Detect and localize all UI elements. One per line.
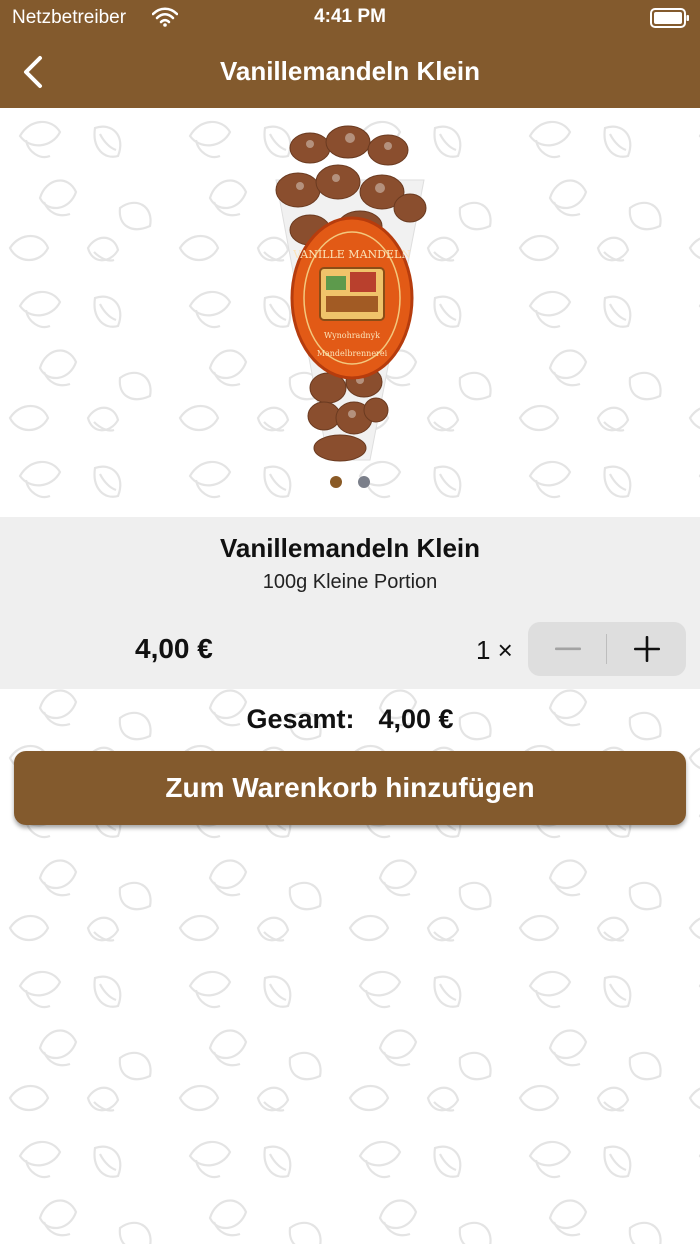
top-bar: Netzbetreiber 4:41 PM Vanillemandeln Kle… <box>0 0 700 108</box>
product-image: VANILLE MANDELN Wynohradnyk Mandelbrenne… <box>275 125 427 462</box>
total-label: Gesamt: <box>246 704 355 734</box>
total-row: Gesamt: 4,00 € <box>0 704 700 735</box>
battery-icon <box>650 8 689 28</box>
decrement-button[interactable] <box>528 622 607 676</box>
label-sub-text-2: Mandelbrennerei <box>317 349 388 358</box>
product-price: 4,00 € <box>135 633 213 664</box>
page-title: Vanillemandeln Klein <box>219 56 481 86</box>
page-dot-2[interactable] <box>358 476 370 488</box>
label-title-text: VANILLE MANDELN <box>292 248 411 261</box>
increment-button[interactable] <box>607 622 686 676</box>
clock: 4:41 PM <box>314 6 386 27</box>
label-sub-text-1: Wynohradnyk <box>324 331 380 340</box>
plus-icon <box>633 636 660 662</box>
status-bar: Netzbetreiber 4:41 PM <box>0 0 700 36</box>
add-to-cart-label: Zum Warenkorb hinzufügen <box>165 772 535 803</box>
minus-icon <box>554 647 581 651</box>
page-dot-1[interactable] <box>330 476 342 488</box>
product-description: 100g Kleine Portion <box>262 571 438 593</box>
total-value: 4,00 € <box>378 704 454 734</box>
add-to-cart-button[interactable]: Zum Warenkorb hinzufügen <box>14 751 686 825</box>
page-indicator[interactable] <box>0 475 700 493</box>
product-info-panel: Vanillemandeln Klein 100g Kleine Portion… <box>0 517 700 689</box>
product-gallery[interactable]: VANILLE MANDELN Wynohradnyk Mandelbrenne… <box>0 108 700 516</box>
quantity-stepper <box>528 622 686 676</box>
quantity-label: 1 × <box>476 635 513 665</box>
product-name: Vanillemandeln Klein <box>219 533 481 563</box>
